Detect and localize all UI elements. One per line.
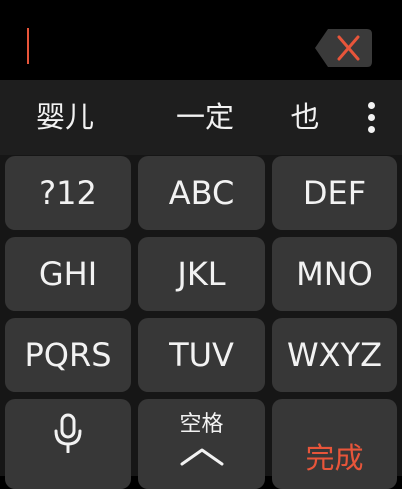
key-label: TUV — [169, 336, 234, 374]
key-ghi[interactable]: GHI — [5, 237, 131, 311]
key-label: WXYZ — [286, 336, 383, 374]
delete-button[interactable] — [314, 27, 374, 69]
more-candidates-button[interactable] — [356, 98, 386, 138]
key-tuv[interactable]: TUV — [138, 318, 265, 392]
candidate-bar: 婴儿 一定 也 — [0, 80, 402, 155]
microphone-icon — [54, 413, 82, 453]
key-mno[interactable]: MNO — [272, 237, 397, 311]
text-cursor — [27, 28, 29, 64]
key-label: PQRS — [24, 336, 112, 374]
backspace-x-icon — [315, 29, 372, 67]
key-def[interactable]: DEF — [272, 156, 397, 230]
key-label: MNO — [296, 255, 373, 293]
space-label: 空格 — [179, 412, 224, 437]
candidate-item[interactable]: 也 — [270, 80, 340, 155]
chevron-up-icon — [180, 448, 224, 466]
text-input-area[interactable] — [0, 0, 402, 80]
key-label: JKL — [177, 255, 226, 293]
done-label: 完成 — [305, 441, 364, 475]
key-jkl[interactable]: JKL — [138, 237, 265, 311]
key-label: GHI — [38, 255, 98, 293]
key-label: ABC — [168, 174, 235, 212]
key-wxyz[interactable]: WXYZ — [272, 318, 397, 392]
key-pqrs[interactable]: PQRS — [5, 318, 131, 392]
key-abc[interactable]: ABC — [138, 156, 265, 230]
candidate-item[interactable]: 一定 — [150, 80, 260, 155]
key-symbols[interactable]: ?12 — [5, 156, 131, 230]
t9-keyboard: ?12 ABC DEF GHI JKL MNO PQRS TUV WXYZ 空格… — [0, 155, 402, 489]
candidate-item[interactable]: 婴儿 — [20, 80, 110, 155]
key-label: DEF — [302, 174, 367, 212]
key-label: ?12 — [39, 174, 97, 212]
